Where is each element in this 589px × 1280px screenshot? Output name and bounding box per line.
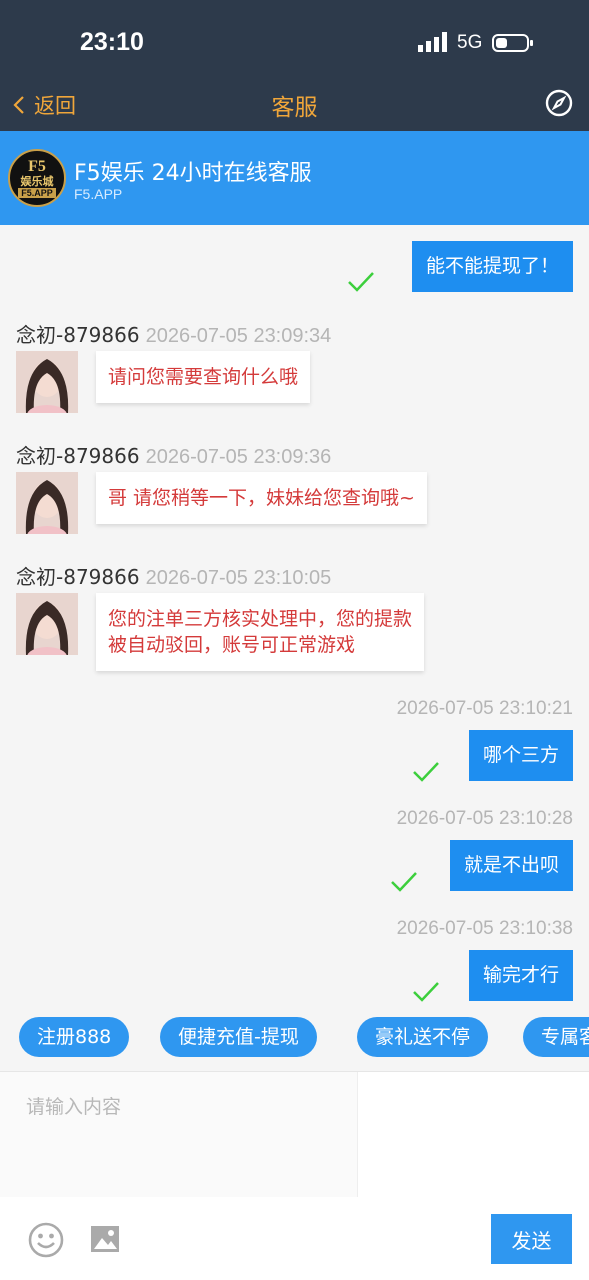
message-sender: 念初-879866 2026-07-05 23:09:34 xyxy=(16,323,332,347)
check-icon xyxy=(391,872,417,892)
quick-reply-bar: 注册888 便捷充值-提现 豪礼送不停 专属客服 xyxy=(0,1005,589,1071)
network-type: 5G xyxy=(457,32,483,53)
chat-header: F5 娱乐城 F5.APP F5娱乐 24小时在线客服 F5.APP xyxy=(0,131,589,225)
service-name: F5娱乐 24小时在线客服 xyxy=(74,161,312,186)
battery-icon xyxy=(492,34,533,52)
input-area: 发送 xyxy=(0,1071,589,1280)
incoming-message: 您的注单三方核实处理中，您的提款 被自动驳回，账号可正常游戏 xyxy=(96,593,425,671)
brand-logo: F5 娱乐城 F5.APP xyxy=(8,149,66,207)
quick-reply-gifts[interactable]: 豪礼送不停 xyxy=(357,1017,489,1057)
outgoing-message: 输完才行 xyxy=(468,950,573,1001)
quick-reply-dedicated-service[interactable]: 专属客服 xyxy=(523,1017,589,1057)
check-icon xyxy=(413,762,439,782)
message-timestamp: 2026-07-05 23:10:28 xyxy=(396,808,573,829)
outgoing-message: 就是不出呗 xyxy=(449,840,573,891)
incoming-message: 哥 请您稍等一下，妹妹给您查询哦~ xyxy=(96,472,427,524)
message-input-wrapper xyxy=(0,1072,358,1197)
emoji-icon[interactable] xyxy=(28,1222,64,1258)
chat-area[interactable]: 能不能提现了！ 念初-879866 2026-07-05 23:09:34 请问您… xyxy=(0,225,589,1005)
avatar[interactable] xyxy=(16,472,78,534)
message-timestamp: 2026-07-05 23:10:21 xyxy=(396,698,573,719)
service-subtitle: F5.APP xyxy=(74,186,123,202)
quick-reply-deposit-withdraw[interactable]: 便捷充值-提现 xyxy=(160,1017,317,1057)
avatar[interactable] xyxy=(16,593,78,655)
outgoing-message: 哪个三方 xyxy=(468,730,573,781)
compass-icon[interactable] xyxy=(544,88,574,118)
check-icon xyxy=(413,982,439,1002)
send-button[interactable]: 发送 xyxy=(491,1214,572,1264)
outgoing-message: 能不能提现了！ xyxy=(411,241,573,292)
quick-reply-register[interactable]: 注册888 xyxy=(19,1017,130,1057)
check-icon xyxy=(348,272,374,292)
message-input[interactable] xyxy=(0,1072,357,1197)
status-time: 23:10 xyxy=(80,28,144,56)
signal-icon xyxy=(418,32,447,52)
incoming-message: 请问您需要查询什么哦 xyxy=(96,351,311,403)
message-timestamp: 2026-07-05 23:10:38 xyxy=(396,918,573,939)
status-bar: 23:10 5G xyxy=(0,0,589,80)
page-title: 客服 xyxy=(271,95,318,121)
message-sender: 念初-879866 2026-07-05 23:09:36 xyxy=(16,444,332,468)
message-sender: 念初-879866 2026-07-05 23:10:05 xyxy=(16,565,332,589)
nav-bar: 返回 客服 xyxy=(0,80,589,131)
image-icon[interactable] xyxy=(89,1223,121,1255)
avatar[interactable] xyxy=(16,351,78,413)
